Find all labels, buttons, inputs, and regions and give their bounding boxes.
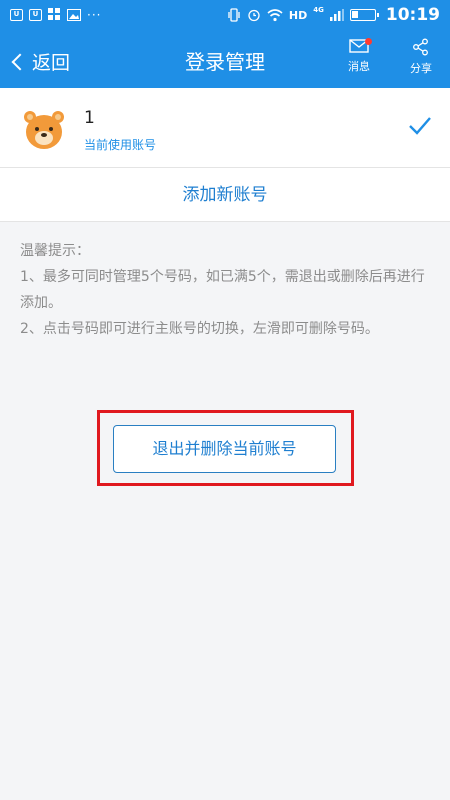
- app-grid-icon: [48, 8, 60, 20]
- network-hd-label: HD: [288, 8, 308, 22]
- account-status: 当前使用账号: [84, 138, 157, 152]
- vibrate-icon: [228, 8, 240, 22]
- account-name: 1: [84, 108, 95, 128]
- nav-bar: 返回 登录管理 消息 分享: [0, 32, 450, 88]
- tips-line-2: 2、点击号码即可进行主账号的切换，左滑即可删除号码。: [20, 321, 379, 337]
- status-bar: U U ··· HD 4G 10:19: [0, 0, 450, 32]
- current-account-row[interactable]: 1 当前使用账号: [0, 88, 450, 168]
- status-system: HD 4G 10:19: [227, 5, 440, 25]
- notification-u-icon: U: [10, 8, 23, 21]
- tips-line-1: 1、最多可同时管理5个号码，如已满5个，需退出或删除后再进行添加。: [20, 269, 425, 311]
- bear-avatar-icon: [24, 111, 64, 149]
- unread-dot: [365, 38, 372, 45]
- network-type-label: 4G: [313, 6, 324, 14]
- notification-u-icon: U: [29, 8, 42, 21]
- share-icon: [413, 38, 428, 56]
- signal-icon: [329, 9, 344, 21]
- share-button[interactable]: 分享: [398, 38, 444, 76]
- share-label: 分享: [410, 62, 432, 75]
- check-icon: [409, 117, 431, 135]
- back-button[interactable]: 返回: [10, 48, 70, 75]
- logout-delete-button[interactable]: 退出并删除当前账号: [113, 425, 336, 473]
- alarm-icon: [248, 9, 260, 22]
- image-icon: [67, 8, 81, 21]
- messages-label: 消息: [348, 60, 370, 73]
- tips-heading: 温馨提示：: [20, 243, 90, 259]
- back-label: 返回: [32, 52, 71, 74]
- status-notifications: U U ···: [10, 8, 101, 21]
- chevron-left-icon: [11, 53, 29, 70]
- messages-button[interactable]: 消息: [336, 38, 382, 74]
- add-account-button[interactable]: 添加新账号: [0, 168, 450, 222]
- more-dots-icon: ···: [87, 7, 102, 22]
- tips-section: 温馨提示： 1、最多可同时管理5个号码，如已满5个，需退出或删除后再进行添加。 …: [20, 238, 430, 342]
- wifi-icon: [267, 8, 283, 21]
- battery-icon: [349, 9, 379, 21]
- clock: 10:19: [385, 5, 440, 25]
